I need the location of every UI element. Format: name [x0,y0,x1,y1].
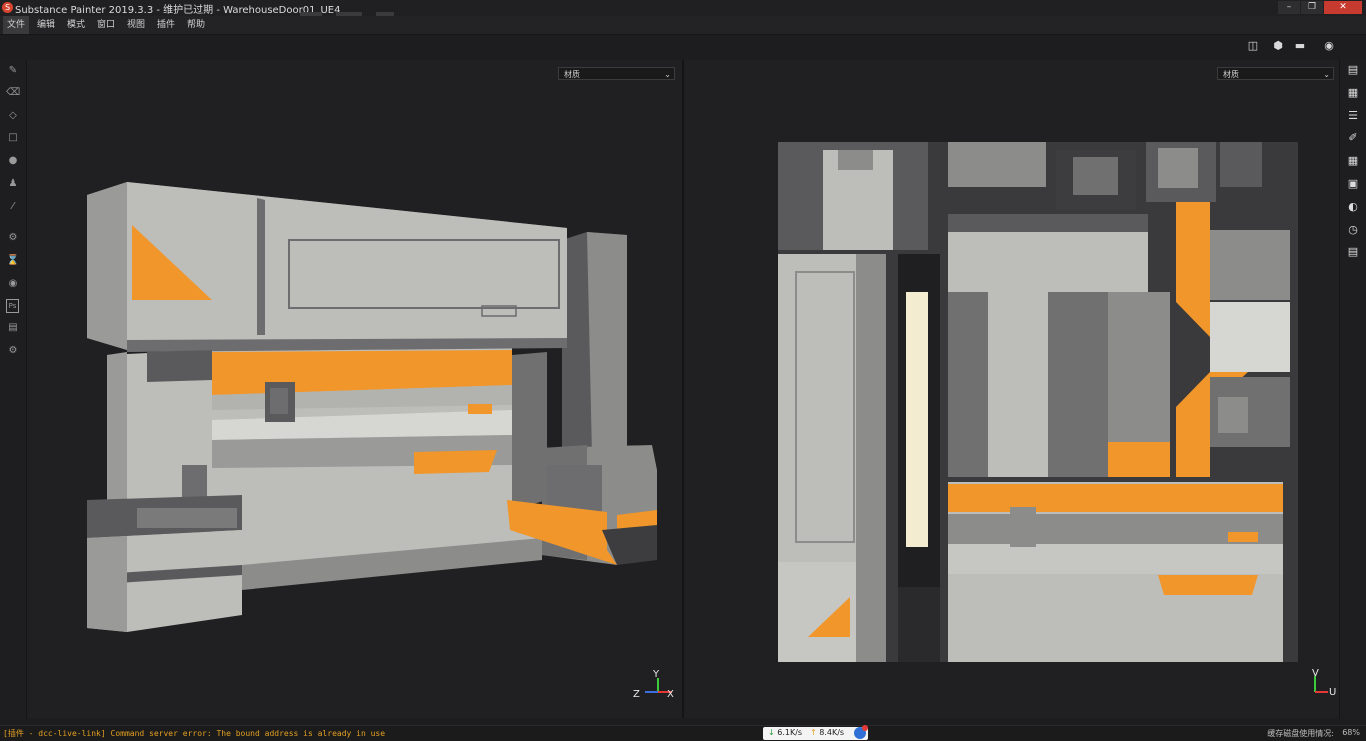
axis-u-label: U [1329,687,1337,698]
restore-icon[interactable]: ❐ [1301,1,1323,14]
texture-set-settings-icon[interactable]: ▦ [1346,86,1360,100]
document-icon[interactable]: ▤ [6,321,20,335]
axis-z-label: Z [633,689,640,700]
window-controls: – ❐ ✕ [1277,1,1362,14]
left-tool-shelf: ✎ ⌫ ◇ □ ● ♟ ⁄ ⚙ ⌛ ◉ Ps ▤ ⚙ [0,59,27,719]
network-accelerator-icon[interactable] [854,725,868,739]
smudge-icon[interactable]: ● [6,154,20,168]
clone-stamp-icon[interactable]: ♟ [6,177,20,191]
notification-badge [862,725,868,731]
axis-x-label: X [667,689,674,700]
texture-set-list-icon[interactable]: ▤ [1346,63,1360,77]
history-icon[interactable]: ◷ [1346,223,1360,237]
net-download-value: 6.1K/s [777,728,803,737]
menu-mode[interactable]: 模式 [63,16,89,34]
menu-file[interactable]: 文件 [3,16,30,34]
display-settings-icon[interactable]: ▣ [1346,177,1360,191]
menu-help[interactable]: 帮助 [183,16,209,34]
arrow-up-icon: ↑ [810,728,817,737]
title-bar: S Substance Painter 2019.3.3 - 维护已过期 - W… [0,0,1366,18]
eraser-icon[interactable]: ⌫ [6,86,20,100]
viewport-2d[interactable]: 材质 ⌄ V U [684,60,1339,718]
projection-icon[interactable]: ◇ [6,109,20,123]
camera-icon[interactable]: ▬ [1292,40,1308,52]
net-upload: ↑ 8.4K/s [810,728,844,737]
shader-settings-icon[interactable]: ◐ [1346,200,1360,214]
minimize-icon[interactable]: – [1278,1,1300,14]
axis-v-label: V [1312,668,1319,679]
viewport-3d[interactable]: 材质 ⌄ Y Z X [27,60,682,718]
layers-icon[interactable]: ☰ [1346,109,1360,123]
channel-select-2d-value: 材质 [1223,70,1239,79]
settings-icon[interactable]: ◉ [6,277,20,291]
network-speed-widget[interactable]: ↓ 6.1K/s ↑ 8.4K/s [763,725,868,740]
net-upload-value: 8.4K/s [819,728,845,737]
viewport-toolbar [0,35,1366,59]
close-icon[interactable]: ✕ [1324,1,1362,14]
menu-edit[interactable]: 编辑 [33,16,59,34]
axis-y-label: Y [653,669,660,680]
window-title: Substance Painter 2019.3.3 - 维护已过期 - War… [15,5,341,16]
menu-view[interactable]: 视图 [123,16,149,34]
menu-window[interactable]: 窗口 [93,16,119,34]
plugin-gear-icon[interactable]: ⚙ [6,344,20,358]
viewport-split-icon[interactable]: ◫ [1245,40,1261,52]
status-message[interactable]: [插件 - dcc-live-link] Command server erro… [3,728,385,739]
paint-brush-icon[interactable]: ✎ [6,64,20,78]
arrow-down-icon: ↓ [768,728,775,737]
channel-select-3d[interactable]: 材质 ⌄ [558,67,675,80]
title-bar-blurred-tabs [300,3,460,18]
net-download: ↓ 6.1K/s [768,728,802,737]
bake-settings-icon[interactable]: ⚙ [6,231,20,245]
right-panel-shelf: ▤ ▦ ☰ ✐ ▦ ▣ ◐ ◷ ▤ [1339,59,1366,719]
channel-select-3d-value: 材质 [564,70,580,79]
shelf-icon[interactable]: ▦ [1346,154,1360,168]
menu-plugins[interactable]: 插件 [153,16,179,34]
channel-select-2d[interactable]: 材质 ⌄ [1217,67,1334,80]
screenshot-icon[interactable]: ◉ [1321,40,1337,52]
disk-usage-label: 缓存磁盘使用情况: [1267,729,1334,738]
chevron-down-icon: ⌄ [1323,70,1330,79]
color-picker-icon[interactable]: ⁄ [6,200,20,214]
uv-texture-sheet [778,142,1298,662]
polygon-fill-icon[interactable]: □ [6,131,20,145]
warehouse-door-model [87,182,657,632]
properties-icon[interactable]: ✐ [1346,131,1360,145]
disk-usage-value: 68% [1342,728,1360,737]
cube-view-icon[interactable]: ⬢ [1270,40,1286,52]
substance-painter-logo-icon: S [2,2,13,13]
log-icon[interactable]: ▤ [1346,245,1360,259]
status-bar: [插件 - dcc-live-link] Command server erro… [0,725,1366,741]
history-icon[interactable]: ⌛ [6,254,20,268]
chevron-down-icon: ⌄ [664,70,671,79]
menu-bar: 文件 编辑 模式 窗口 视图 插件 帮助 [0,16,1366,35]
photoshop-export-icon[interactable]: Ps [6,299,19,313]
